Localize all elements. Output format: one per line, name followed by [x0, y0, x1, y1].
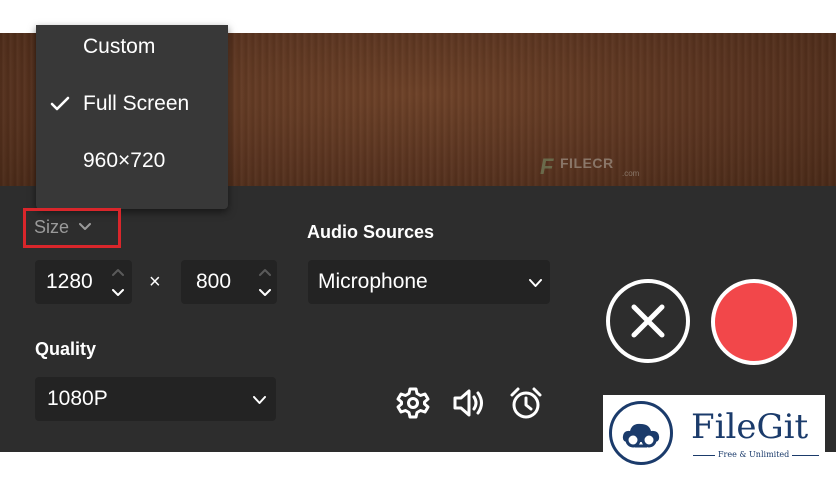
filegit-logo: FileGit Free & Unlimited	[603, 395, 825, 469]
chevron-down-icon	[529, 279, 542, 287]
size-separator: ×	[149, 271, 161, 293]
gear-icon[interactable]	[396, 386, 430, 420]
chevron-down-icon[interactable]	[112, 289, 124, 297]
height-value: 800	[196, 270, 232, 293]
quality-select[interactable]: 1080P	[35, 377, 276, 421]
menu-item-label: 960×720	[83, 149, 166, 172]
size-dropdown-menu: Custom Full Screen 960×720	[36, 25, 228, 209]
audio-sources-label: Audio Sources	[307, 222, 435, 242]
watermark-text: FILECR	[560, 155, 614, 171]
alarm-clock-icon[interactable]	[509, 386, 543, 420]
filegit-emblem-icon	[609, 401, 673, 465]
speaker-icon[interactable]	[452, 386, 486, 420]
checkmark-icon	[50, 96, 70, 111]
width-value: 1280	[46, 270, 93, 293]
chevron-up-icon[interactable]	[112, 268, 124, 276]
record-button[interactable]	[711, 279, 797, 365]
width-stepper[interactable]: 1280	[35, 260, 132, 304]
menu-item-960x720[interactable]: 960×720	[36, 141, 228, 181]
quality-value: 1080P	[47, 387, 108, 410]
menu-item-label: Full Screen	[83, 92, 190, 115]
chevron-up-icon[interactable]	[259, 268, 271, 276]
audio-source-value: Microphone	[318, 270, 428, 293]
filegit-tagline: Free & Unlimited	[715, 450, 793, 459]
watermark-sub: .com	[622, 169, 640, 178]
size-dropdown-label[interactable]: Size	[34, 217, 69, 238]
close-icon	[631, 304, 665, 338]
quality-label: Quality	[35, 339, 97, 359]
chevron-down-icon[interactable]	[259, 289, 271, 297]
chevron-down-icon[interactable]	[79, 223, 91, 231]
menu-item-custom[interactable]: Custom	[36, 27, 228, 67]
height-stepper[interactable]: 800	[181, 260, 277, 304]
menu-item-full-screen[interactable]: Full Screen	[36, 84, 228, 124]
menu-item-label: Custom	[83, 35, 156, 58]
chevron-down-icon	[253, 396, 266, 404]
watermark-logo-icon: F	[540, 154, 554, 179]
watermark: F FILECR .com	[540, 153, 650, 183]
audio-source-select[interactable]: Microphone	[308, 260, 550, 304]
cancel-button[interactable]	[606, 279, 690, 363]
filegit-name: FileGit	[691, 407, 809, 447]
